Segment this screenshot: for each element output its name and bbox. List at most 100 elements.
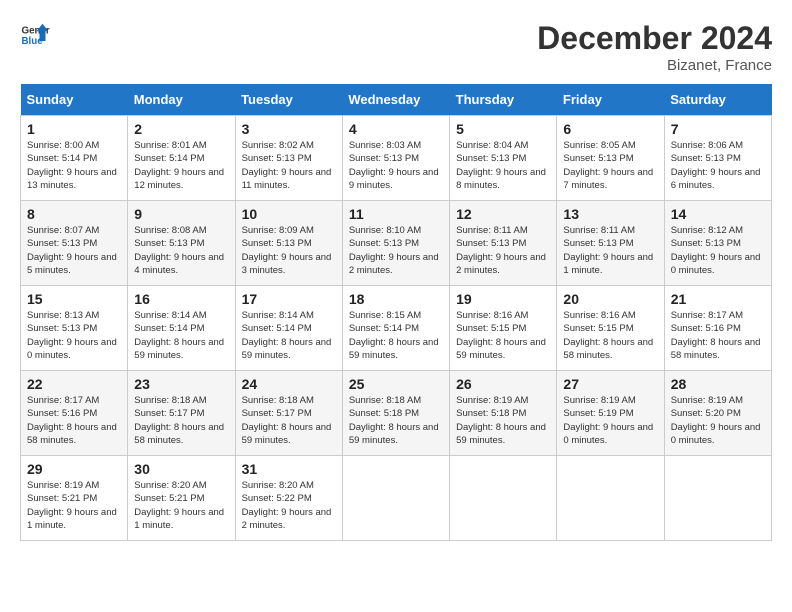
day-number: 6 bbox=[563, 121, 657, 137]
day-number: 5 bbox=[456, 121, 550, 137]
header-tuesday: Tuesday bbox=[235, 84, 342, 116]
calendar-week-row: 15Sunrise: 8:13 AM Sunset: 5:13 PM Dayli… bbox=[21, 286, 772, 371]
table-row: 15Sunrise: 8:13 AM Sunset: 5:13 PM Dayli… bbox=[21, 286, 128, 371]
table-row: 22 Sunrise: 8:17 AM Sunset: 5:16 PM Dayli… bbox=[21, 371, 128, 456]
table-row: 16Sunrise: 8:14 AM Sunset: 5:14 PM Dayli… bbox=[128, 286, 235, 371]
day-info: Sunrise: 8:05 AM Sunset: 5:13 PM Dayligh… bbox=[563, 139, 657, 192]
day-number: 27 bbox=[563, 376, 657, 392]
day-info: Sunrise: 8:11 AM Sunset: 5:13 PM Dayligh… bbox=[563, 224, 657, 277]
calendar-week-row: 22 Sunrise: 8:17 AM Sunset: 5:16 PM Dayli… bbox=[21, 371, 772, 456]
table-row: 30Sunrise: 8:20 AM Sunset: 5:21 PM Dayli… bbox=[128, 456, 235, 541]
day-number: 18 bbox=[349, 291, 443, 307]
day-info: Sunrise: 8:15 AM Sunset: 5:14 PM Dayligh… bbox=[349, 309, 443, 362]
table-row bbox=[557, 456, 664, 541]
day-number: 14 bbox=[671, 206, 765, 222]
day-number: 22 bbox=[27, 376, 121, 392]
table-row: 29Sunrise: 8:19 AM Sunset: 5:21 PM Dayli… bbox=[21, 456, 128, 541]
day-info: Sunrise: 8:16 AM Sunset: 5:15 PM Dayligh… bbox=[456, 309, 550, 362]
day-number: 7 bbox=[671, 121, 765, 137]
day-number: 12 bbox=[456, 206, 550, 222]
day-info: Sunrise: 8:09 AM Sunset: 5:13 PM Dayligh… bbox=[242, 224, 336, 277]
day-info: Sunrise: 8:19 AM Sunset: 5:19 PM Dayligh… bbox=[563, 394, 657, 447]
title-area: December 2024 Bizanet, France bbox=[537, 20, 772, 74]
day-info: Sunrise: 8:18 AM Sunset: 5:17 PM Dayligh… bbox=[242, 394, 336, 447]
day-info: Sunrise: 8:16 AM Sunset: 5:15 PM Dayligh… bbox=[563, 309, 657, 362]
day-number: 25 bbox=[349, 376, 443, 392]
day-number: 17 bbox=[242, 291, 336, 307]
day-number: 29 bbox=[27, 461, 121, 477]
table-row: 14 Sunrise: 8:12 AM Sunset: 5:13 PM Dayli… bbox=[664, 201, 771, 286]
calendar-week-row: 8 Sunrise: 8:07 AM Sunset: 5:13 PM Daylig… bbox=[21, 201, 772, 286]
day-info: Sunrise: 8:17 AM Sunset: 5:16 PM Dayligh… bbox=[27, 394, 121, 447]
day-info: Sunrise: 8:18 AM Sunset: 5:17 PM Dayligh… bbox=[134, 394, 228, 447]
day-number: 11 bbox=[349, 206, 443, 222]
day-number: 21 bbox=[671, 291, 765, 307]
table-row: 26 Sunrise: 8:19 AM Sunset: 5:18 PM Dayli… bbox=[450, 371, 557, 456]
day-info: Sunrise: 8:14 AM Sunset: 5:14 PM Dayligh… bbox=[134, 309, 228, 362]
table-row: 27 Sunrise: 8:19 AM Sunset: 5:19 PM Dayli… bbox=[557, 371, 664, 456]
table-row: 3Sunrise: 8:02 AM Sunset: 5:13 PM Daylig… bbox=[235, 116, 342, 201]
header-thursday: Thursday bbox=[450, 84, 557, 116]
day-info: Sunrise: 8:06 AM Sunset: 5:13 PM Dayligh… bbox=[671, 139, 765, 192]
table-row: 12Sunrise: 8:11 AM Sunset: 5:13 PM Dayli… bbox=[450, 201, 557, 286]
table-row: 28Sunrise: 8:19 AM Sunset: 5:20 PM Dayli… bbox=[664, 371, 771, 456]
day-info: Sunrise: 8:04 AM Sunset: 5:13 PM Dayligh… bbox=[456, 139, 550, 192]
day-number: 10 bbox=[242, 206, 336, 222]
day-number: 2 bbox=[134, 121, 228, 137]
table-row: 19 Sunrise: 8:16 AM Sunset: 5:15 PM Dayli… bbox=[450, 286, 557, 371]
table-row: 17 Sunrise: 8:14 AM Sunset: 5:14 PM Dayli… bbox=[235, 286, 342, 371]
day-number: 24 bbox=[242, 376, 336, 392]
day-info: Sunrise: 8:08 AM Sunset: 5:13 PM Dayligh… bbox=[134, 224, 228, 277]
table-row: 18 Sunrise: 8:15 AM Sunset: 5:14 PM Dayli… bbox=[342, 286, 449, 371]
table-row: 21 Sunrise: 8:17 AM Sunset: 5:16 PM Dayli… bbox=[664, 286, 771, 371]
day-number: 19 bbox=[456, 291, 550, 307]
logo-icon: General Blue bbox=[20, 20, 50, 50]
calendar-table: Sunday Monday Tuesday Wednesday Thursday… bbox=[20, 84, 772, 541]
day-info: Sunrise: 8:17 AM Sunset: 5:16 PM Dayligh… bbox=[671, 309, 765, 362]
table-row: 20 Sunrise: 8:16 AM Sunset: 5:15 PM Dayli… bbox=[557, 286, 664, 371]
day-info: Sunrise: 8:18 AM Sunset: 5:18 PM Dayligh… bbox=[349, 394, 443, 447]
day-number: 1 bbox=[27, 121, 121, 137]
day-number: 28 bbox=[671, 376, 765, 392]
day-info: Sunrise: 8:14 AM Sunset: 5:14 PM Dayligh… bbox=[242, 309, 336, 362]
month-year-title: December 2024 bbox=[537, 20, 772, 57]
day-info: Sunrise: 8:01 AM Sunset: 5:14 PM Dayligh… bbox=[134, 139, 228, 192]
table-row: 2 Sunrise: 8:01 AM Sunset: 5:14 PM Daylig… bbox=[128, 116, 235, 201]
day-info: Sunrise: 8:19 AM Sunset: 5:18 PM Dayligh… bbox=[456, 394, 550, 447]
table-row: 10 Sunrise: 8:09 AM Sunset: 5:13 PM Dayli… bbox=[235, 201, 342, 286]
day-info: Sunrise: 8:02 AM Sunset: 5:13 PM Dayligh… bbox=[242, 139, 336, 192]
table-row: 13 Sunrise: 8:11 AM Sunset: 5:13 PM Dayli… bbox=[557, 201, 664, 286]
day-info: Sunrise: 8:03 AM Sunset: 5:13 PM Dayligh… bbox=[349, 139, 443, 192]
day-info: Sunrise: 8:07 AM Sunset: 5:13 PM Dayligh… bbox=[27, 224, 121, 277]
header-sunday: Sunday bbox=[21, 84, 128, 116]
day-number: 31 bbox=[242, 461, 336, 477]
table-row: 11 Sunrise: 8:10 AM Sunset: 5:13 PM Dayli… bbox=[342, 201, 449, 286]
table-row: 24 Sunrise: 8:18 AM Sunset: 5:17 PM Dayli… bbox=[235, 371, 342, 456]
day-number: 9 bbox=[134, 206, 228, 222]
table-row bbox=[450, 456, 557, 541]
table-row: 4 Sunrise: 8:03 AM Sunset: 5:13 PM Daylig… bbox=[342, 116, 449, 201]
header-friday: Friday bbox=[557, 84, 664, 116]
table-row: 1 Sunrise: 8:00 AM Sunset: 5:14 PM Daylig… bbox=[21, 116, 128, 201]
day-info: Sunrise: 8:00 AM Sunset: 5:14 PM Dayligh… bbox=[27, 139, 121, 192]
day-number: 8 bbox=[27, 206, 121, 222]
day-number: 20 bbox=[563, 291, 657, 307]
header-saturday: Saturday bbox=[664, 84, 771, 116]
day-info: Sunrise: 8:12 AM Sunset: 5:13 PM Dayligh… bbox=[671, 224, 765, 277]
day-number: 30 bbox=[134, 461, 228, 477]
day-number: 26 bbox=[456, 376, 550, 392]
day-number: 13 bbox=[563, 206, 657, 222]
calendar-week-row: 1 Sunrise: 8:00 AM Sunset: 5:14 PM Daylig… bbox=[21, 116, 772, 201]
table-row: 25 Sunrise: 8:18 AM Sunset: 5:18 PM Dayli… bbox=[342, 371, 449, 456]
calendar-week-row: 29Sunrise: 8:19 AM Sunset: 5:21 PM Dayli… bbox=[21, 456, 772, 541]
day-number: 15 bbox=[27, 291, 121, 307]
day-number: 4 bbox=[349, 121, 443, 137]
day-info: Sunrise: 8:20 AM Sunset: 5:22 PM Dayligh… bbox=[242, 479, 336, 532]
day-info: Sunrise: 8:10 AM Sunset: 5:13 PM Dayligh… bbox=[349, 224, 443, 277]
header-monday: Monday bbox=[128, 84, 235, 116]
header-wednesday: Wednesday bbox=[342, 84, 449, 116]
location-subtitle: Bizanet, France bbox=[537, 57, 772, 74]
table-row: 6 Sunrise: 8:05 AM Sunset: 5:13 PM Daylig… bbox=[557, 116, 664, 201]
table-row bbox=[664, 456, 771, 541]
day-number: 23 bbox=[134, 376, 228, 392]
